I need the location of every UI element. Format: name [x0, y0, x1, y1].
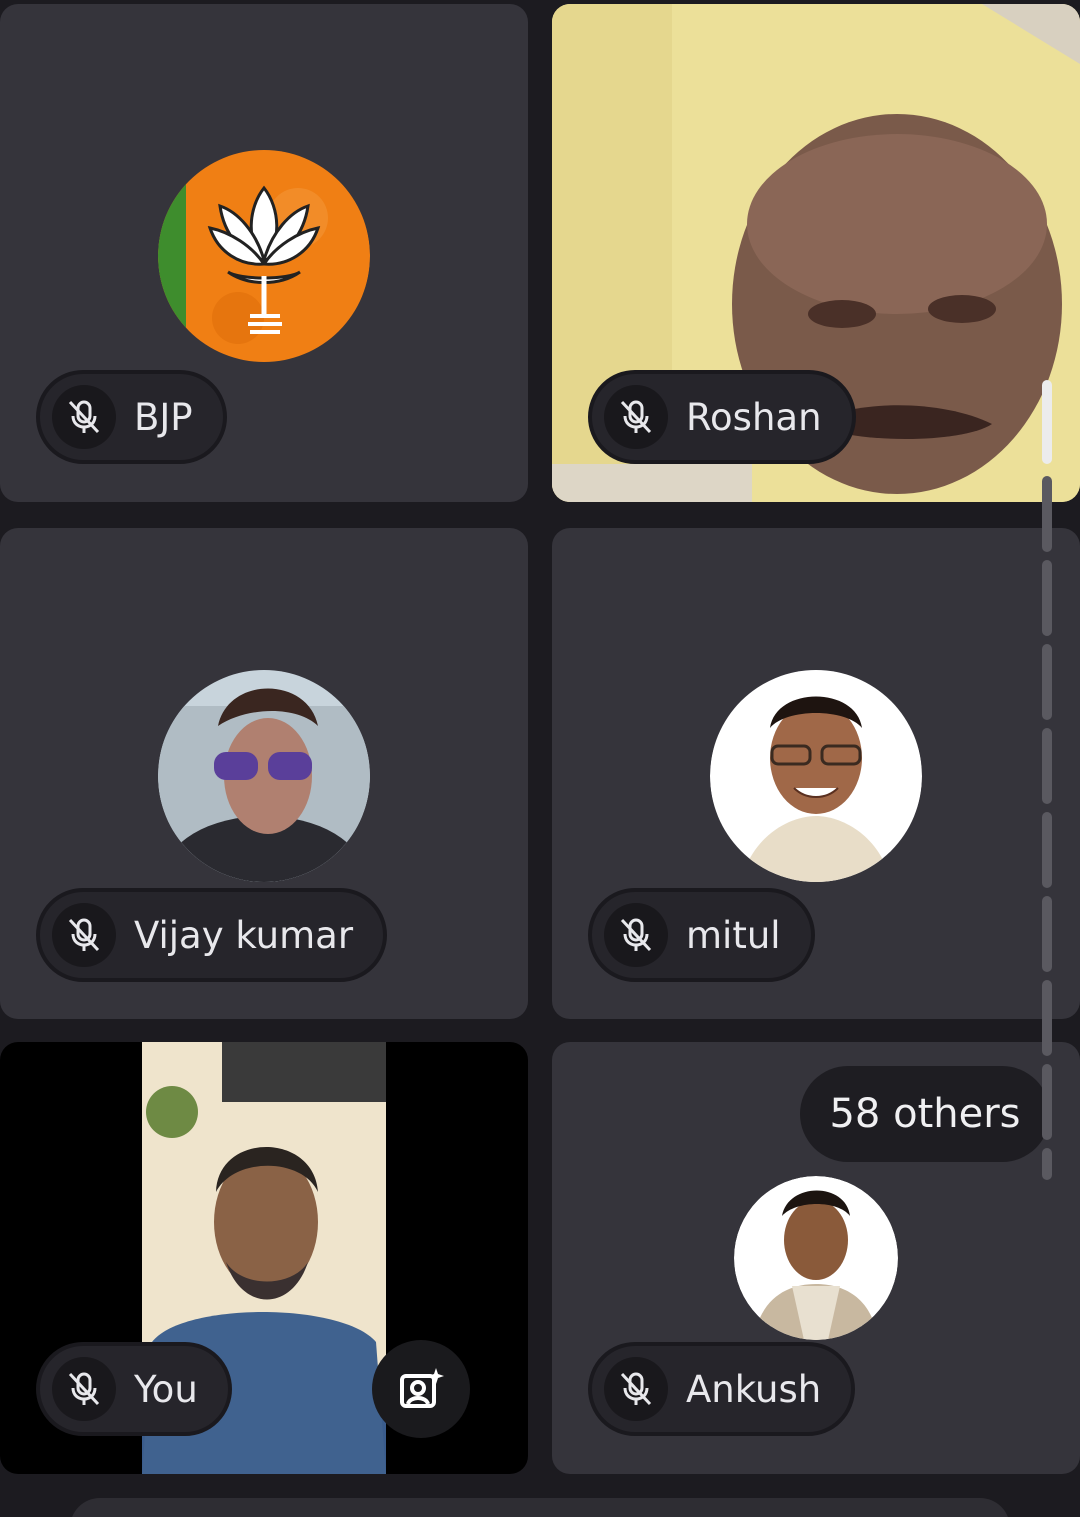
mic-off-icon: [604, 1357, 668, 1421]
vijay-kumar-avatar: [158, 666, 370, 886]
participant-name: You: [134, 1367, 198, 1411]
participant-tile-vijay-kumar[interactable]: Vijay kumar: [0, 528, 528, 1019]
camera-effects-icon: [400, 1368, 444, 1408]
name-pill: Roshan: [588, 370, 856, 464]
participant-tile-bjp[interactable]: BJP: [0, 4, 528, 502]
name-pill: mitul: [588, 888, 815, 982]
bjp-logo-avatar: [158, 148, 370, 364]
participant-name: Roshan: [686, 395, 822, 439]
mic-off-icon: [52, 385, 116, 449]
mic-off-icon: [52, 1357, 116, 1421]
video-call-grid: BJP Roshan Vijay kumar mitul You Ankush …: [0, 0, 1080, 1517]
name-pill: Ankush: [588, 1342, 856, 1436]
participant-name: Ankush: [686, 1367, 822, 1411]
others-count-badge[interactable]: 58 others: [800, 1066, 1050, 1162]
participant-name: mitul: [686, 913, 781, 957]
participant-name: Vijay kumar: [134, 913, 354, 957]
mic-off-icon: [604, 903, 668, 967]
name-pill: You: [36, 1342, 232, 1436]
ankush-avatar: [734, 1176, 898, 1340]
mitul-avatar: [710, 666, 922, 886]
bottom-controls-bar[interactable]: [70, 1498, 1010, 1517]
participant-tile-roshan[interactable]: Roshan: [552, 4, 1080, 502]
participant-tile-mitul[interactable]: mitul: [552, 528, 1080, 1019]
name-pill: Vijay kumar: [36, 888, 388, 982]
participant-name: BJP: [134, 395, 193, 439]
mic-off-icon: [604, 385, 668, 449]
scrollbar[interactable]: [1040, 380, 1054, 1180]
mic-off-icon: [52, 903, 116, 967]
camera-effects-button[interactable]: [372, 1340, 470, 1438]
name-pill: BJP: [36, 370, 227, 464]
